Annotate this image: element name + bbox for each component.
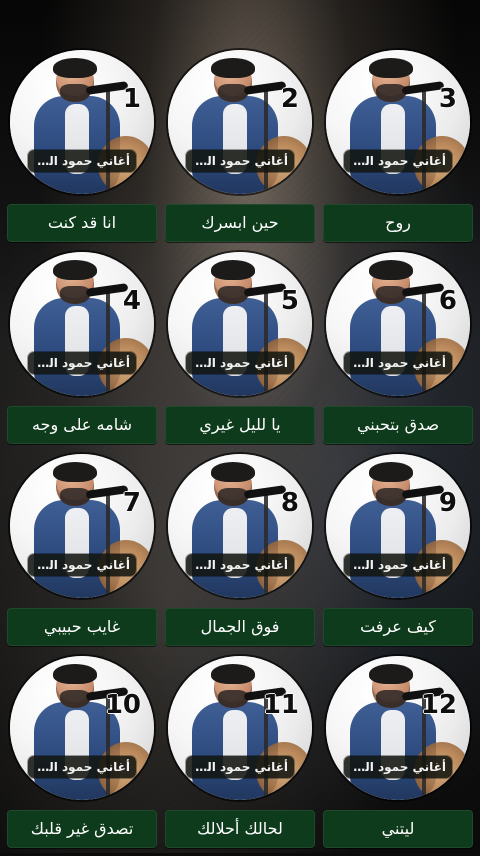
artist-beard	[376, 286, 406, 304]
song-tile-5[interactable]: 5 أغاني حمود السمه يا لليل غيري	[165, 252, 315, 452]
song-button[interactable]: روح	[323, 204, 473, 242]
artist-beard	[218, 488, 248, 506]
song-tile-9[interactable]: 9 أغاني حمود السمه كيف عرفت	[323, 454, 473, 654]
artist-hair	[53, 260, 97, 280]
thumbnail-caption: أغاني حمود السمه	[344, 352, 452, 374]
song-tile-7[interactable]: 7 أغاني حمود السمه غايب حبيبي	[7, 454, 157, 654]
thumbnail-caption: أغاني حمود السمه	[186, 554, 294, 576]
thumbnail-caption: أغاني حمود السمه	[28, 150, 136, 172]
song-tile-10[interactable]: 10 أغاني حمود السمه تصدق غير قلبك	[7, 656, 157, 856]
song-button[interactable]: حين ابسرك	[165, 204, 315, 242]
mic-stand	[106, 290, 110, 396]
song-number: 6	[438, 286, 457, 316]
song-number: 4	[122, 286, 141, 316]
song-tile-12[interactable]: 12 أغاني حمود السمه ليتني	[323, 656, 473, 856]
mic-stand	[422, 290, 426, 396]
artist-hair	[369, 58, 413, 78]
artist-hair	[369, 462, 413, 482]
song-thumbnail[interactable]: 8 أغاني حمود السمه	[168, 454, 312, 598]
song-button[interactable]: كيف عرفت	[323, 608, 473, 646]
mic-stand	[106, 492, 110, 598]
artist-beard	[376, 690, 406, 708]
thumbnail-caption: أغاني حمود السمه	[186, 756, 294, 778]
artist-hair	[369, 260, 413, 280]
song-number: 2	[280, 84, 299, 114]
song-number: 5	[280, 286, 299, 316]
thumbnail-caption: أغاني حمود السمه	[186, 150, 294, 172]
thumbnail-caption: أغاني حمود السمه	[28, 756, 136, 778]
song-thumbnail[interactable]: 1 أغاني حمود السمه	[10, 50, 154, 194]
song-number: 9	[438, 488, 457, 518]
song-button[interactable]: انا قد كنت	[7, 204, 157, 242]
song-thumbnail[interactable]: 5 أغاني حمود السمه	[168, 252, 312, 396]
artist-beard	[218, 286, 248, 304]
mic-stand	[422, 88, 426, 194]
artist-beard	[218, 690, 248, 708]
mic-stand	[264, 492, 268, 598]
song-button[interactable]: تصدق غير قلبك	[7, 810, 157, 848]
artist-beard	[60, 84, 90, 102]
songs-grid: 1 أغاني حمود السمه انا قد كنت 2 أغاني حم…	[0, 0, 480, 853]
artist-hair	[53, 58, 97, 78]
song-thumbnail[interactable]: 9 أغاني حمود السمه	[326, 454, 470, 598]
song-button[interactable]: يا لليل غيري	[165, 406, 315, 444]
mic-stand	[264, 88, 268, 194]
song-number: 7	[122, 488, 141, 518]
mic-stand	[264, 290, 268, 396]
song-thumbnail[interactable]: 3 أغاني حمود السمه	[326, 50, 470, 194]
song-number: 11	[262, 690, 299, 720]
song-number: 10	[104, 690, 141, 720]
artist-hair	[211, 260, 255, 280]
song-thumbnail[interactable]: 7 أغاني حمود السمه	[10, 454, 154, 598]
artist-hair	[211, 462, 255, 482]
artist-hair	[53, 462, 97, 482]
mic-stand	[106, 88, 110, 194]
song-button[interactable]: لحالك أحلالك	[165, 810, 315, 848]
artist-beard	[376, 488, 406, 506]
thumbnail-caption: أغاني حمود السمه	[28, 554, 136, 576]
song-tile-11[interactable]: 11 أغاني حمود السمه لحالك أحلالك	[165, 656, 315, 856]
artist-beard	[60, 488, 90, 506]
song-tile-3[interactable]: 3 أغاني حمود السمه روح	[323, 50, 473, 250]
artist-beard	[376, 84, 406, 102]
artist-hair	[369, 664, 413, 684]
thumbnail-caption: أغاني حمود السمه	[28, 352, 136, 374]
mic-stand	[422, 492, 426, 598]
artist-hair	[53, 664, 97, 684]
song-button[interactable]: فوق الجمال	[165, 608, 315, 646]
thumbnail-caption: أغاني حمود السمه	[186, 352, 294, 374]
song-thumbnail[interactable]: 4 أغاني حمود السمه	[10, 252, 154, 396]
song-tile-6[interactable]: 6 أغاني حمود السمه صدق بتحبني	[323, 252, 473, 452]
song-number: 3	[438, 84, 457, 114]
song-tile-2[interactable]: 2 أغاني حمود السمه حين ابسرك	[165, 50, 315, 250]
song-button[interactable]: صدق بتحبني	[323, 406, 473, 444]
song-thumbnail[interactable]: 6 أغاني حمود السمه	[326, 252, 470, 396]
thumbnail-caption: أغاني حمود السمه	[344, 756, 452, 778]
song-thumbnail[interactable]: 11 أغاني حمود السمه	[168, 656, 312, 800]
artist-beard	[60, 690, 90, 708]
song-thumbnail[interactable]: 2 أغاني حمود السمه	[168, 50, 312, 194]
song-number: 1	[122, 84, 141, 114]
song-button[interactable]: ليتني	[323, 810, 473, 848]
artist-hair	[211, 58, 255, 78]
song-tile-4[interactable]: 4 أغاني حمود السمه شامه على وجه	[7, 252, 157, 452]
song-tile-8[interactable]: 8 أغاني حمود السمه فوق الجمال	[165, 454, 315, 654]
thumbnail-caption: أغاني حمود السمه	[344, 554, 452, 576]
song-thumbnail[interactable]: 10 أغاني حمود السمه	[10, 656, 154, 800]
artist-hair	[211, 664, 255, 684]
song-number: 12	[420, 690, 457, 720]
thumbnail-caption: أغاني حمود السمه	[344, 150, 452, 172]
song-button[interactable]: شامه على وجه	[7, 406, 157, 444]
song-thumbnail[interactable]: 12 أغاني حمود السمه	[326, 656, 470, 800]
song-number: 8	[280, 488, 299, 518]
song-tile-1[interactable]: 1 أغاني حمود السمه انا قد كنت	[7, 50, 157, 250]
artist-beard	[60, 286, 90, 304]
artist-beard	[218, 84, 248, 102]
song-button[interactable]: غايب حبيبي	[7, 608, 157, 646]
